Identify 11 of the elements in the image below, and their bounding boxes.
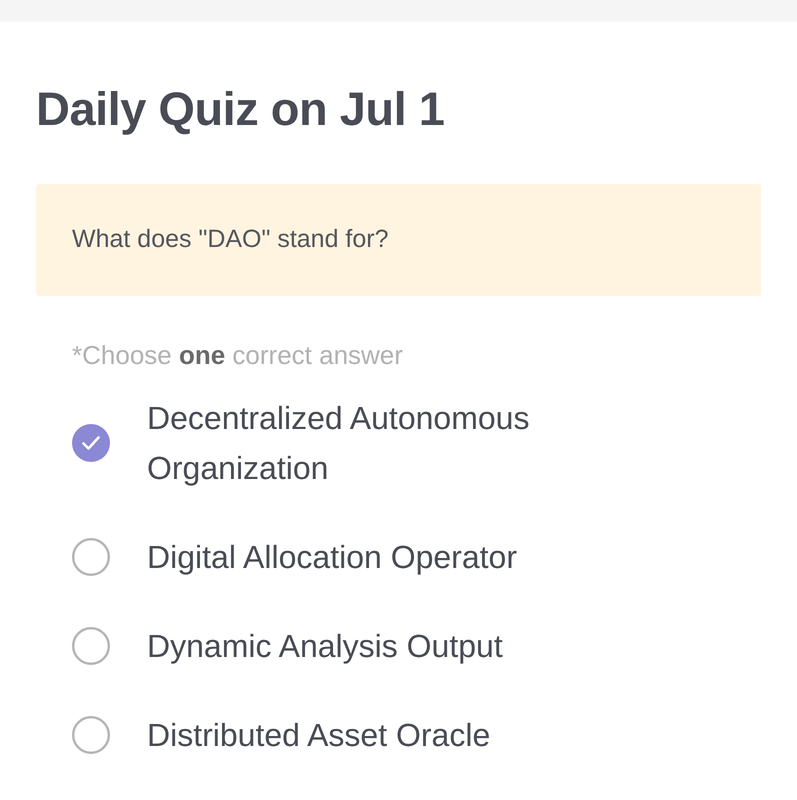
answer-label: Dynamic Analysis Output: [147, 627, 504, 666]
answer-label: Decentralized Autonomous Organization: [147, 399, 530, 488]
answer-option[interactable]: Dynamic Analysis Output: [72, 621, 761, 671]
answer-option[interactable]: Decentralized Autonomous Organization: [72, 393, 761, 493]
answer-option[interactable]: Distributed Asset Oracle: [72, 710, 761, 760]
question-text: What does "DAO" stand for?: [72, 224, 389, 256]
quiz-title: Daily Quiz on Jul 1: [36, 81, 446, 137]
answer-label: Digital Allocation Operator: [147, 538, 518, 577]
instruction-text: *Choose one correct answer: [71, 339, 404, 372]
answer-option[interactable]: Digital Allocation Operator: [72, 532, 761, 582]
answer-label: Distributed Asset Oracle: [147, 716, 492, 755]
